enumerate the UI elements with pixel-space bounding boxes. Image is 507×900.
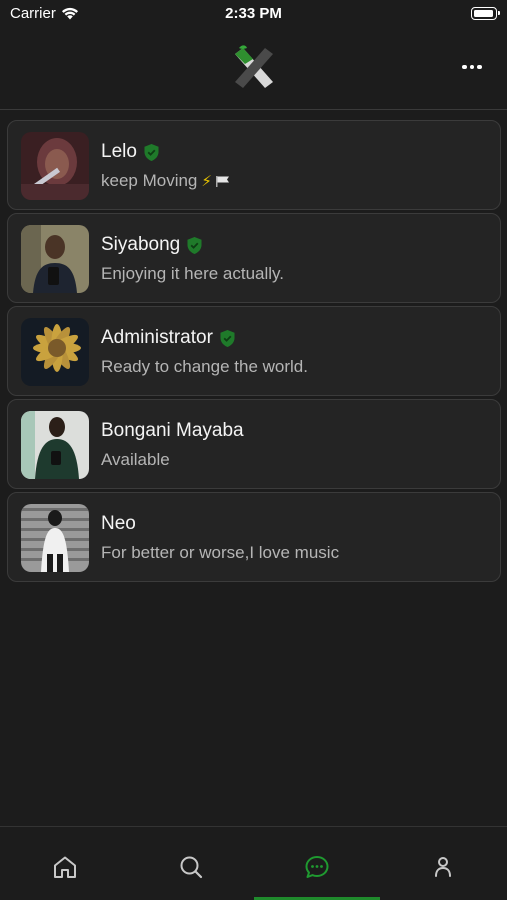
verified-shield-icon xyxy=(220,329,235,347)
chat-name: Bongani Mayaba xyxy=(101,420,244,441)
chat-item-siyabong[interactable]: Siyabong Enjoying it here actually. xyxy=(7,213,501,303)
battery-icon xyxy=(471,7,500,20)
chat-name-row: Siyabong xyxy=(101,234,203,256)
chat-item-lelo[interactable]: Lelo keep Moving ⚡ xyxy=(7,120,501,210)
flag-icon xyxy=(215,175,229,187)
app-header xyxy=(0,28,507,110)
chat-name-row: Administrator xyxy=(101,327,236,349)
verified-shield-icon xyxy=(187,236,202,254)
tab-home[interactable] xyxy=(2,827,128,900)
status-time: 2:33 PM xyxy=(225,5,282,22)
avatar[interactable] xyxy=(21,411,89,479)
chat-item-bongani-mayaba[interactable]: Bongani Mayaba Available xyxy=(7,399,501,489)
avatar[interactable] xyxy=(21,318,89,386)
search-icon xyxy=(180,856,203,879)
app-x-logo-icon xyxy=(235,45,273,88)
chat-status: Ready to change the world. xyxy=(101,357,308,377)
chat-item-administrator[interactable]: Administrator Ready to change the world. xyxy=(7,306,501,396)
more-options-button[interactable] xyxy=(457,55,487,79)
chat-status-text: Ready to change the world. xyxy=(101,357,308,376)
profile-icon xyxy=(435,857,451,877)
chat-status-text: Available xyxy=(101,450,170,469)
chat-name: Neo xyxy=(101,513,136,534)
tab-profile[interactable] xyxy=(380,827,506,900)
chat-item-neo[interactable]: Neo For better or worse,I love music xyxy=(7,492,501,582)
tab-chats[interactable] xyxy=(254,827,380,900)
chat-name: Siyabong xyxy=(101,234,181,255)
more-dots-icon xyxy=(462,64,467,70)
chat-name: Lelo xyxy=(101,141,137,162)
chat-name-row: Bongani Mayaba xyxy=(101,420,244,442)
chat-status-text: Enjoying it here actually. xyxy=(101,264,285,283)
chat-status-text: keep Moving xyxy=(101,171,198,190)
avatar[interactable] xyxy=(21,132,89,200)
bottom-tab-bar xyxy=(0,826,507,900)
verified-shield-icon xyxy=(144,143,159,161)
status-bar: Carrier 2:33 PM xyxy=(0,0,507,28)
tab-search[interactable] xyxy=(128,827,254,900)
chat-name-row: Neo xyxy=(101,513,136,535)
avatar[interactable] xyxy=(21,225,89,293)
lightning-icon: ⚡ xyxy=(201,173,212,190)
chat-name-row: Lelo xyxy=(101,141,160,163)
chat-list: Lelo keep Moving ⚡ Siyabong Enjoying it … xyxy=(7,120,501,585)
chat-status-text: For better or worse,I love music xyxy=(101,543,340,562)
chat-status: Available xyxy=(101,450,170,470)
home-icon xyxy=(54,856,76,878)
chat-status: Enjoying it here actually. xyxy=(101,264,284,284)
chat-status: For better or worse,I love music xyxy=(101,543,339,563)
chat-status: keep Moving ⚡ xyxy=(101,171,230,191)
chat-bubble-icon xyxy=(305,856,329,878)
chat-list-screen: Carrier 2:33 PM Lelo keep Moving ⚡ Siyab… xyxy=(0,0,507,900)
chat-name: Administrator xyxy=(101,327,213,348)
avatar[interactable] xyxy=(21,504,89,572)
